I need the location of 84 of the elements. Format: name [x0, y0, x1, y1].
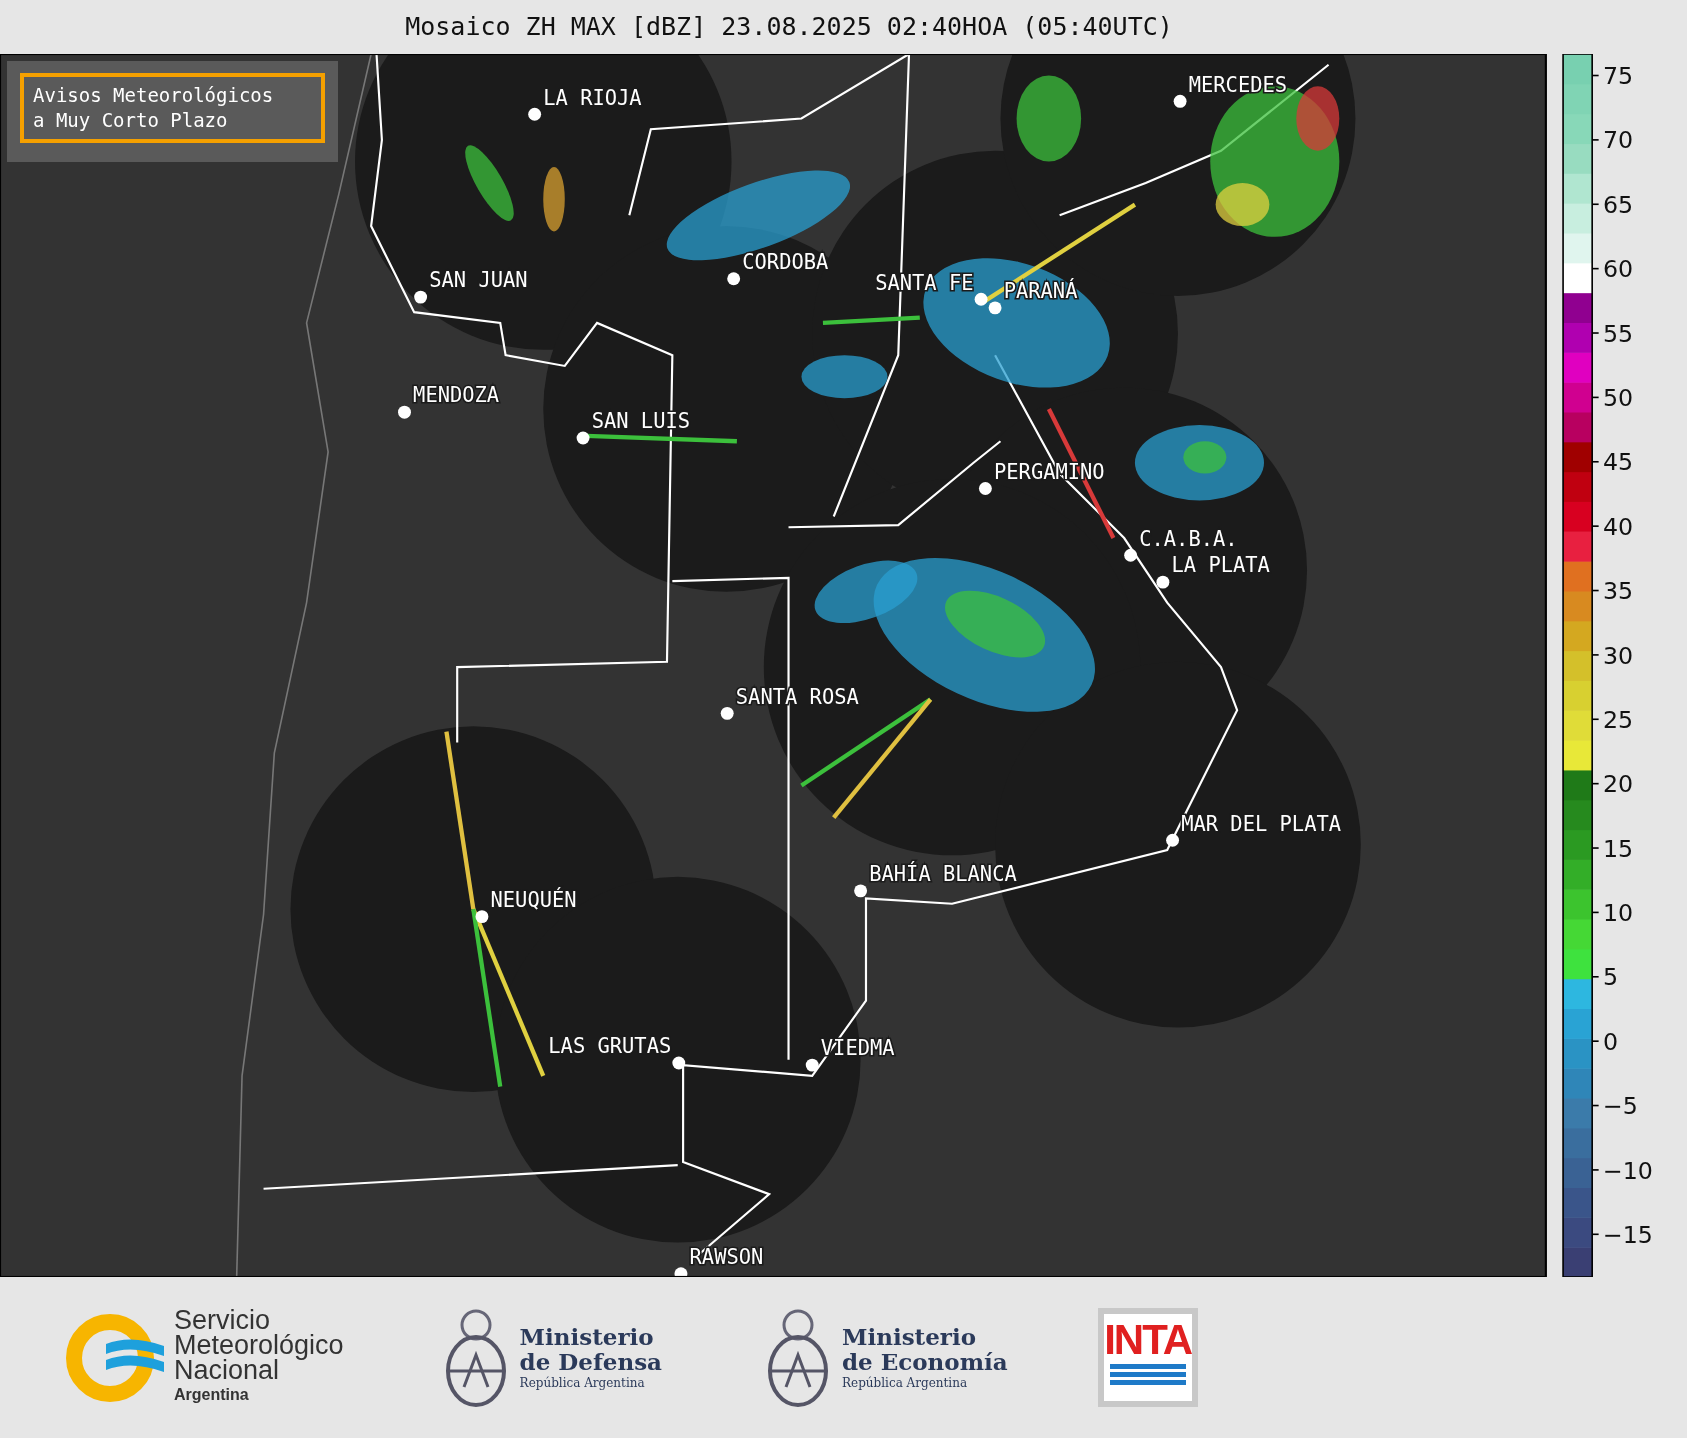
- colorbar-label: 65: [1602, 190, 1634, 219]
- city-marker: [1166, 833, 1180, 847]
- ministry-name-text: de Defensa: [519, 1348, 662, 1374]
- colorbar-tick: [1591, 654, 1600, 656]
- colorbar-label: 25: [1602, 705, 1634, 734]
- colorbar-label: 0: [1602, 1027, 1618, 1056]
- colorbar-tick: [1591, 525, 1600, 527]
- city-marker: [674, 1267, 688, 1277]
- colorbar-label: 55: [1602, 319, 1634, 348]
- city-label: MENDOZA: [413, 383, 500, 408]
- city-label: CORDOBA: [742, 250, 829, 275]
- city-marker: [988, 301, 1002, 315]
- city-label: PARANÁ: [1003, 279, 1078, 304]
- colorbar-label: −15: [1602, 1220, 1653, 1249]
- smn-name-text: Meteorológico: [174, 1333, 344, 1358]
- city-label: LA RIOJA: [543, 85, 642, 110]
- city-marker: [1124, 548, 1138, 562]
- colorbar-tick: [1591, 396, 1600, 399]
- inta-logo-text: INTA: [1104, 1318, 1192, 1362]
- colorbar-tick: [1591, 589, 1600, 592]
- colorbar-tick: [1591, 139, 1600, 141]
- city-label: SAN JUAN: [429, 268, 528, 293]
- colorbar-tick: [1591, 782, 1600, 785]
- city-label: RAWSON: [689, 1245, 764, 1270]
- colorbar-tick: [1591, 1169, 1600, 1171]
- city-marker: [720, 706, 734, 720]
- smn-country-text: Argentina: [174, 1385, 250, 1405]
- notice-box: Avisos Meteorológicos a Muy Corto Plazo: [20, 73, 325, 143]
- city-marker: [1173, 94, 1187, 108]
- colorbar-label: −10: [1602, 1156, 1653, 1185]
- city-marker: [978, 482, 992, 495]
- colorbar-label: 20: [1602, 770, 1634, 799]
- map-title: Mosaico ZH MAX [dBZ] 23.08.2025 02:40HOA (05:40UTC): [404, 11, 1174, 43]
- colorbar-label: 50: [1602, 384, 1634, 412]
- colorbar-label: 15: [1602, 834, 1634, 863]
- colorbar-tick: [1591, 1104, 1600, 1107]
- city-label: LA PLATA: [1171, 553, 1270, 578]
- colorbar-label: 30: [1602, 641, 1634, 670]
- smn-logo-icon: [66, 1313, 166, 1402]
- ministry-country-text: República Argentina: [519, 1374, 646, 1392]
- city-marker: [528, 107, 542, 121]
- city-marker: [727, 272, 741, 286]
- ministry-name-text: Ministerio: [842, 1323, 978, 1349]
- city-marker: [576, 431, 590, 445]
- colorbar-label: 75: [1602, 62, 1634, 91]
- colorbar-tick: [1591, 332, 1600, 334]
- colorbar-tick: [1591, 1233, 1600, 1236]
- city-marker: [414, 290, 428, 304]
- colorbar-tick: [1591, 847, 1600, 849]
- colorbar-tick: [1591, 74, 1600, 77]
- colorbar-tick: [1591, 718, 1600, 721]
- city-marker: [475, 910, 489, 924]
- city-marker: [854, 884, 868, 898]
- city-label: MAR DEL PLATA: [1181, 811, 1342, 836]
- colorbar-label: 60: [1602, 255, 1634, 284]
- city-label: NEUQUÉN: [490, 888, 577, 912]
- city-label: MERCEDES: [1188, 72, 1288, 97]
- city-marker: [672, 1056, 686, 1070]
- colorbar-label: 45: [1602, 448, 1634, 477]
- city-marker: [1156, 575, 1170, 589]
- city-marker: [974, 292, 988, 306]
- ministry-name-text: de Economía: [842, 1348, 1008, 1374]
- city-label: C.A.B.A.: [1139, 526, 1238, 551]
- smn-name-text: Nacional: [174, 1358, 280, 1383]
- city-label: BAHÍA BLANCA: [869, 862, 1017, 887]
- colorbar-tick: [1591, 1040, 1600, 1042]
- colorbar-tick: [1591, 203, 1600, 206]
- colorbar-label: 70: [1602, 126, 1634, 155]
- city-label: LAS GRUTAS: [548, 1034, 672, 1059]
- colorbar-tick: [1591, 267, 1600, 270]
- ministry-name-text: Ministerio: [519, 1323, 655, 1349]
- colorbar-label: −5: [1602, 1092, 1638, 1121]
- colorbar-tick: [1591, 976, 1600, 978]
- colorbar-tick: [1591, 911, 1600, 914]
- ministry-country-text: República Argentina: [842, 1374, 969, 1392]
- colorbar-label: 10: [1602, 899, 1634, 927]
- city-marker: [805, 1058, 819, 1072]
- smn-name-text: Servicio: [174, 1308, 271, 1333]
- city-marker: [398, 405, 411, 419]
- stripes-icon: [1109, 1362, 1186, 1386]
- colorbar-tick: [1591, 460, 1600, 463]
- colorbar-label: 40: [1602, 512, 1634, 541]
- colorbar-label: 5: [1602, 963, 1618, 992]
- colorbar-label: 35: [1602, 577, 1634, 606]
